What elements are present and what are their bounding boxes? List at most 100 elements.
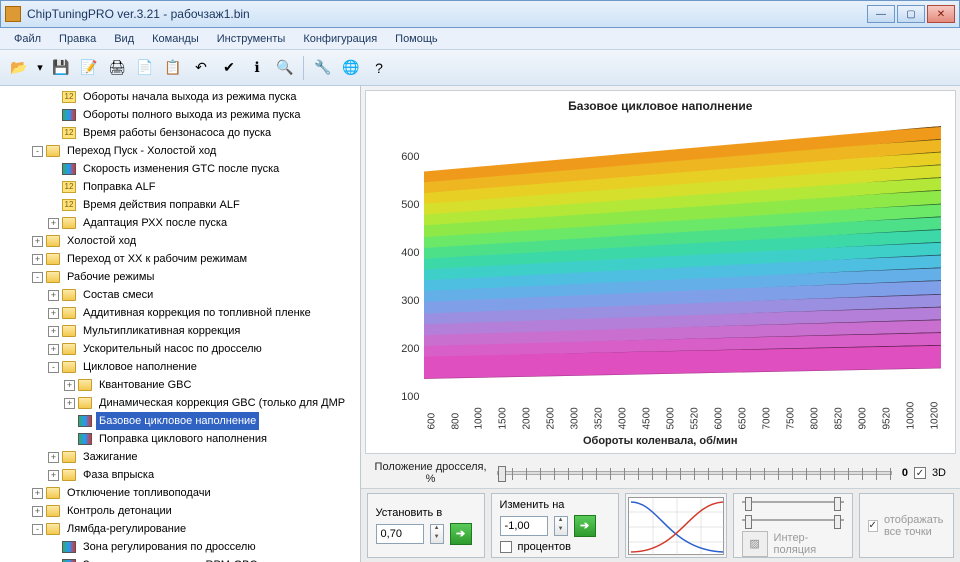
tree-node[interactable]: Поправка циклового наполнения xyxy=(96,430,270,448)
tree-twisty[interactable]: + xyxy=(32,506,43,517)
tree-node[interactable]: Цикловое наполнение xyxy=(80,358,200,376)
tree-twisty[interactable]: + xyxy=(48,308,59,319)
tree-node[interactable]: Зона регулирования по дросселю xyxy=(80,538,259,556)
chart-area[interactable]: Базовое цикловое наполнение Цикловое нап… xyxy=(365,90,956,454)
tree-twisty[interactable]: + xyxy=(32,236,43,247)
change-spinner[interactable]: ▲▼ xyxy=(554,516,568,536)
tree-pane[interactable]: 12Обороты начала выхода из режима пускаО… xyxy=(0,86,361,562)
checkbox-show-all-points[interactable] xyxy=(868,520,878,532)
apply-icon[interactable]: ✔ xyxy=(216,55,242,81)
tree-node[interactable]: Обороты начала выхода из режима пуска xyxy=(80,88,300,106)
tree-node[interactable]: Время действия поправки ALF xyxy=(80,196,243,214)
tree-node[interactable]: Переход от ХХ к рабочим режимам xyxy=(64,250,250,268)
globe-icon[interactable]: 🌐 xyxy=(338,55,364,81)
panel-range-sliders: ▨ Интер- поляция xyxy=(733,493,853,558)
tree-node[interactable]: Скорость изменения GTC после пуска xyxy=(80,160,282,178)
undo-icon[interactable]: ↶ xyxy=(188,55,214,81)
tree-node[interactable]: Рабочие режимы xyxy=(64,268,157,286)
change-apply-button[interactable]: ➔ xyxy=(574,515,596,537)
curve-preview[interactable] xyxy=(628,497,724,555)
menu-3[interactable]: Команды xyxy=(144,30,207,48)
tree-twisty[interactable]: - xyxy=(32,524,43,535)
tree-node[interactable]: Зажигание xyxy=(80,448,141,466)
folder-icon xyxy=(46,505,60,517)
window-title: ChipTuningPRO ver.3.21 - рабочзаж1.bin xyxy=(27,7,867,21)
tree-node[interactable]: Адаптация РХХ после пуска xyxy=(80,214,230,232)
folder-icon xyxy=(62,361,76,373)
tree-twisty[interactable]: + xyxy=(48,326,59,337)
tree-twisty[interactable]: + xyxy=(48,452,59,463)
open-dropdown-icon[interactable]: ▾ xyxy=(34,55,46,81)
tree-twisty[interactable]: + xyxy=(64,398,75,409)
folder-icon xyxy=(46,271,60,283)
copy-icon[interactable]: 📄 xyxy=(132,55,158,81)
tree-twisty xyxy=(48,182,59,193)
open-icon[interactable]: 📂 xyxy=(6,55,32,81)
set-spinner[interactable]: ▲▼ xyxy=(430,524,444,544)
tree-node[interactable]: Состав смеси xyxy=(80,286,156,304)
tree-node[interactable]: Зона регулирования по RPM-GBC xyxy=(80,556,260,562)
set-value-input[interactable] xyxy=(376,524,424,544)
zoom-icon[interactable]: 🔍 xyxy=(272,55,298,81)
tree-node[interactable]: Аддитивная коррекция по топливной пленке xyxy=(80,304,314,322)
save-icon[interactable]: 💾 xyxy=(48,55,74,81)
tree-node[interactable]: Ускорительный насос по дросселю xyxy=(80,340,265,358)
tree-twisty[interactable]: + xyxy=(32,254,43,265)
tree-node[interactable]: Мультипликативная коррекция xyxy=(80,322,243,340)
info-icon[interactable]: ℹ xyxy=(244,55,270,81)
folder-icon xyxy=(62,307,76,319)
wrench-icon[interactable]: 🔧 xyxy=(310,55,336,81)
checkbox-3d[interactable] xyxy=(914,467,926,479)
range-slider-2[interactable] xyxy=(742,519,844,521)
tree-node[interactable]: Холостой ход xyxy=(64,232,139,250)
folder-icon xyxy=(62,343,76,355)
tree-twisty[interactable]: + xyxy=(48,218,59,229)
paste-icon[interactable]: 📋 xyxy=(160,55,186,81)
tree-twisty[interactable]: + xyxy=(48,470,59,481)
tree-twisty[interactable]: - xyxy=(32,272,43,283)
tree-twisty[interactable]: + xyxy=(48,290,59,301)
tree-twisty[interactable]: - xyxy=(32,146,43,157)
chart-pane: Базовое цикловое наполнение Цикловое нап… xyxy=(361,86,960,562)
tree-twisty[interactable]: - xyxy=(48,362,59,373)
range-slider-1[interactable] xyxy=(742,501,844,503)
tree-node[interactable]: Время работы бензонасоса до пуска xyxy=(80,124,274,142)
xtick: 10200 xyxy=(929,418,940,430)
help-icon[interactable]: ? xyxy=(366,55,392,81)
menu-2[interactable]: Вид xyxy=(106,30,142,48)
tree-twisty[interactable]: + xyxy=(64,380,75,391)
tree-node[interactable]: Квантование GBC xyxy=(96,376,194,394)
tree-node[interactable]: Обороты полного выхода из режима пуска xyxy=(80,106,304,124)
folder-icon xyxy=(78,397,92,409)
interpolate-label: Интер- поляция xyxy=(774,532,817,556)
checkbox-percent[interactable] xyxy=(500,541,512,553)
tree-node[interactable]: Переход Пуск - Холостой ход xyxy=(64,142,219,160)
xtick: 1000 xyxy=(474,418,485,430)
tree-node[interactable]: Фаза впрыска xyxy=(80,466,157,484)
tree-node[interactable]: Базовое цикловое наполнение xyxy=(96,412,259,430)
folder-icon xyxy=(62,325,76,337)
close-button[interactable]: ✕ xyxy=(927,5,955,23)
tree-node[interactable]: Поправка ALF xyxy=(80,178,158,196)
menu-4[interactable]: Инструменты xyxy=(209,30,294,48)
tree-node[interactable]: Динамическая коррекция GBC (только для Д… xyxy=(96,394,348,412)
menu-1[interactable]: Правка xyxy=(51,30,104,48)
tree-node[interactable]: Контроль детонации xyxy=(64,502,175,520)
tree-twisty xyxy=(64,416,75,427)
minimize-button[interactable]: — xyxy=(867,5,895,23)
set-apply-button[interactable]: ➔ xyxy=(450,523,472,545)
edit-doc-icon[interactable]: 📝 xyxy=(76,55,102,81)
tree-twisty[interactable]: + xyxy=(32,488,43,499)
menu-6[interactable]: Помощь xyxy=(387,30,446,48)
tree-twisty[interactable]: + xyxy=(48,344,59,355)
change-value-input[interactable] xyxy=(500,516,548,536)
tree-node[interactable]: Отключение топливоподачи xyxy=(64,484,214,502)
throttle-unit: % xyxy=(375,473,487,485)
print-icon[interactable]: 🖨 xyxy=(104,55,130,81)
maximize-button[interactable]: ▢ xyxy=(897,5,925,23)
tree-node[interactable]: Лямбда-регулирование xyxy=(64,520,189,538)
menu-0[interactable]: Файл xyxy=(6,30,49,48)
menu-5[interactable]: Конфигурация xyxy=(295,30,385,48)
throttle-slider[interactable] xyxy=(497,471,892,475)
interpolate-button[interactable]: ▨ xyxy=(742,531,768,557)
